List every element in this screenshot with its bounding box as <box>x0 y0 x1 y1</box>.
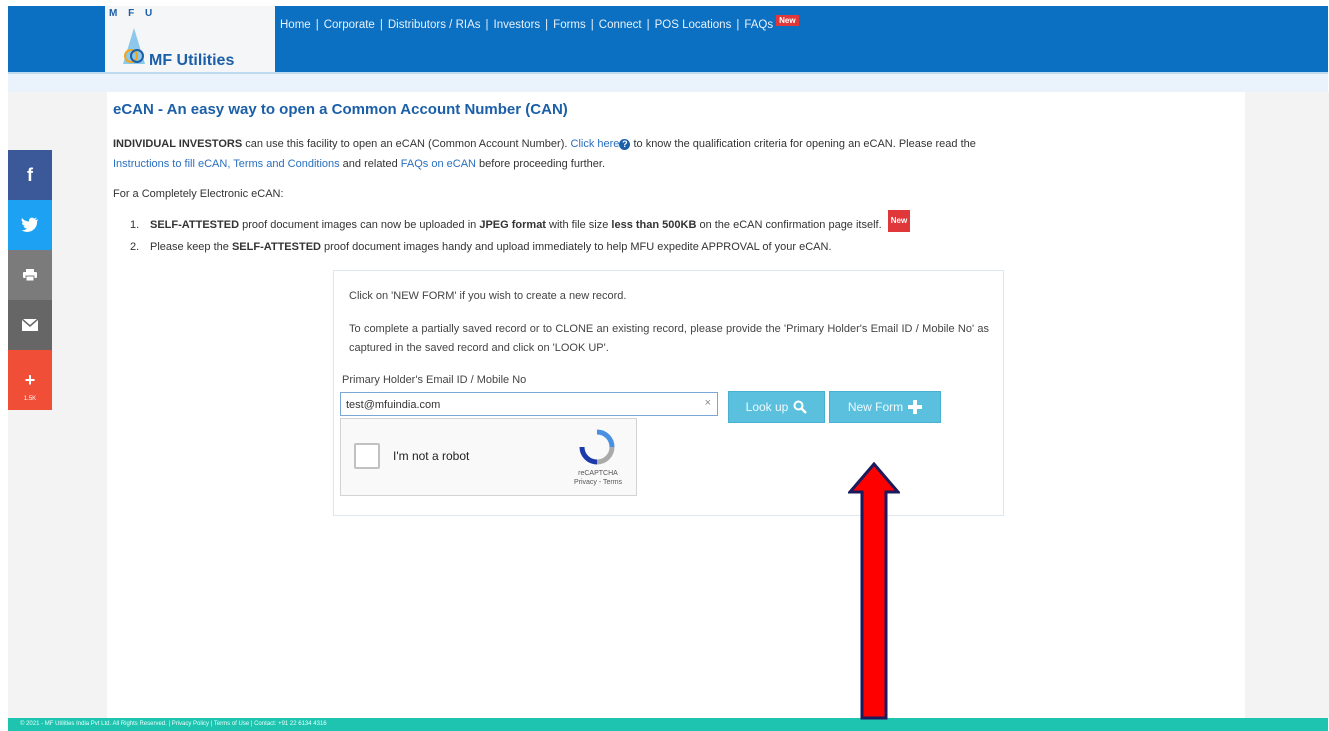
plus-share-icon: + <box>24 369 36 390</box>
click-here-link[interactable]: Click here <box>571 138 620 150</box>
mail-icon <box>22 319 38 331</box>
logo-mark-icon <box>123 28 145 64</box>
steps-list: 1. SELF-ATTESTED proof document images ca… <box>130 210 911 257</box>
nav-home[interactable]: Home <box>280 19 311 31</box>
print-share-button[interactable] <box>8 250 52 300</box>
recaptcha-widget: I'm not a robot reCAPTCHA Privacy - Term… <box>340 418 637 496</box>
step-2-text-2: proof document images handy and upload i… <box>320 241 832 253</box>
intro-text-2: to know the qualification criteria for o… <box>630 138 976 150</box>
search-icon <box>793 400 808 414</box>
step-1-text-3: on the eCAN confirmation page itself. <box>696 219 882 231</box>
intro-text-4: before proceeding further. <box>475 158 606 170</box>
nav-faqs[interactable]: FAQs <box>744 19 773 31</box>
more-share-button[interactable]: + 1.5K <box>8 350 52 410</box>
plus-icon <box>908 400 923 414</box>
footer-text: © 2021 - MF Utilities India Pvt Ltd. All… <box>20 721 327 727</box>
lookup-instruction: To complete a partially saved record or … <box>349 323 989 354</box>
print-icon <box>23 269 37 281</box>
step-1-text-2: with file size <box>545 219 612 231</box>
instructions-link[interactable]: Instructions to fill eCAN, Terms and Con… <box>113 158 340 170</box>
recaptcha-checkbox[interactable] <box>354 443 380 469</box>
right-gutter <box>1245 92 1329 718</box>
step-2-text-1: Please keep the <box>150 241 232 253</box>
step-1-text-1: proof document images can now be uploade… <box>239 219 480 231</box>
new-form-instruction: Click on 'NEW FORM' if you wish to creat… <box>349 290 627 302</box>
look-up-label: Look up <box>745 400 789 414</box>
logo-brand-text: MF Utilities <box>149 52 235 69</box>
clear-icon[interactable]: × <box>705 397 711 409</box>
footer-bar: © 2021 - MF Utilities India Pvt Ltd. All… <box>8 718 1328 731</box>
step-2-bold-1: SELF-ATTESTED <box>231 241 321 253</box>
main-nav: Home | Corporate | Distributors / RIAs | In… <box>280 14 799 31</box>
recaptcha-brand: reCAPTCHA <box>578 470 618 477</box>
step-1-number: 1. <box>130 219 140 231</box>
mfu-logo[interactable]: M F U MF Utilities <box>105 6 275 72</box>
social-share-bar: f + 1.5K <box>8 150 52 410</box>
nav-investors[interactable]: Investors <box>494 19 541 31</box>
new-form-label: New Form <box>847 400 904 414</box>
step-1: 1. SELF-ATTESTED proof document images ca… <box>130 210 911 237</box>
intro-paragraph: INDIVIDUAL INVESTORS can use this facili… <box>113 134 1248 174</box>
facebook-icon: f <box>27 164 33 185</box>
page-title: eCAN - An easy way to open a Common Acco… <box>113 101 568 118</box>
nav-forms[interactable]: Forms <box>553 19 586 31</box>
step-1-bold-1: SELF-ATTESTED <box>150 219 240 231</box>
step-1-bold-3: less than 500KB <box>611 219 697 231</box>
red-arrow-annotation <box>848 462 900 720</box>
twitter-icon <box>21 217 38 232</box>
for-electronic-label: For a Completely Electronic eCAN: <box>113 188 284 200</box>
look-up-button[interactable]: Look up <box>728 391 825 423</box>
header-subbar <box>8 72 1328 92</box>
faqs-ecan-link[interactable]: FAQs on eCAN <box>401 158 476 170</box>
step-2: 2. Please keep the SELF-ATTESTED proof do… <box>130 237 910 257</box>
question-icon[interactable]: ? <box>619 139 631 150</box>
step-1-bold-2: JPEG format <box>479 219 546 231</box>
step-new-badge: New <box>887 210 911 232</box>
nav-distributors[interactable]: Distributors / RIAs <box>388 19 481 31</box>
email-mobile-input[interactable] <box>344 394 688 416</box>
recaptcha-links[interactable]: Privacy - Terms <box>567 478 629 487</box>
recaptcha-label: I'm not a robot <box>393 449 470 463</box>
email-field-wrapper: × <box>340 392 718 416</box>
intro-text: can use this facility to open an eCAN (C… <box>242 138 571 150</box>
email-field-label: Primary Holder's Email ID / Mobile No <box>342 374 527 386</box>
nav-connect[interactable]: Connect <box>599 19 642 31</box>
nav-pos-locations[interactable]: POS Locations <box>655 19 732 31</box>
nav-corporate[interactable]: Corporate <box>324 19 375 31</box>
recaptcha-logo-icon <box>579 429 615 465</box>
intro-bold: INDIVIDUAL INVESTORS <box>113 138 243 150</box>
share-count: 1.5K <box>23 396 37 402</box>
logo-top-text: M F U <box>109 8 157 19</box>
step-2-number: 2. <box>130 241 140 253</box>
intro-text-3: and related <box>339 158 401 170</box>
recaptcha-text: reCAPTCHA Privacy - Terms <box>567 469 629 487</box>
new-badge: New <box>776 14 799 26</box>
email-share-button[interactable] <box>8 300 52 350</box>
facebook-share-button[interactable]: f <box>8 150 52 200</box>
new-form-button[interactable]: New Form <box>829 391 941 423</box>
twitter-share-button[interactable] <box>8 200 52 250</box>
